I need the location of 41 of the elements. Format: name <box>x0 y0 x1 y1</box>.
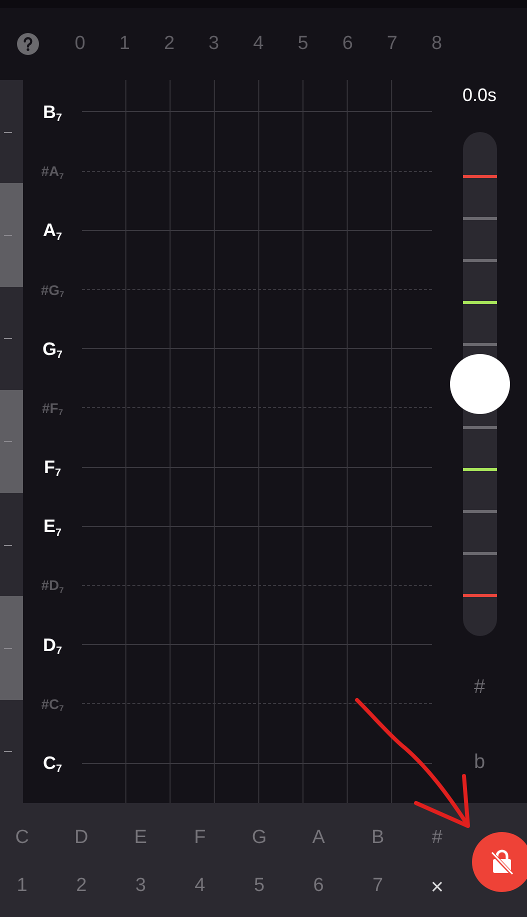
column-number: 2 <box>162 32 176 56</box>
note-label: C$_{7}$ <box>42 754 62 772</box>
accidental-button[interactable]: b <box>474 747 486 777</box>
note-label: #F$_{7}$ <box>42 400 63 415</box>
key-button[interactable]: E <box>111 824 170 852</box>
column-number: 5 <box>296 32 310 56</box>
help-icon[interactable] <box>17 33 39 55</box>
clear-button[interactable]: × <box>407 870 467 902</box>
column-number: 3 <box>208 32 220 56</box>
key-button[interactable]: 4 <box>170 872 230 900</box>
column-number: 8 <box>430 32 444 56</box>
key-button[interactable]: B <box>348 824 408 852</box>
note-label: #C$_{7}$ <box>41 696 64 711</box>
note-label: #G$_{7}$ <box>40 282 64 297</box>
key-button[interactable]: 3 <box>111 872 170 900</box>
column-number: 1 <box>118 32 131 56</box>
key-button[interactable]: # <box>407 824 467 852</box>
key-button[interactable]: D <box>52 824 111 852</box>
time-label: 0.0s <box>462 84 497 106</box>
key-button[interactable]: F <box>170 824 230 852</box>
note-label: #D$_{7}$ <box>41 578 64 592</box>
key-button[interactable]: A <box>288 824 348 852</box>
column-number: 4 <box>252 32 265 56</box>
note-label: #A$_{7}$ <box>41 164 64 178</box>
note-label: G$_{7}$ <box>42 340 63 358</box>
key-button[interactable]: C <box>0 824 52 852</box>
key-button[interactable]: 5 <box>230 872 289 900</box>
key-button[interactable]: 2 <box>52 872 111 900</box>
note-label: A$_{7}$ <box>42 221 62 240</box>
key-button[interactable]: G <box>230 824 289 852</box>
note-label: E$_{7}$ <box>43 517 62 536</box>
key-button[interactable]: 6 <box>288 872 348 900</box>
note-label: F$_{7}$ <box>44 458 61 476</box>
key-button[interactable]: 7 <box>348 872 408 900</box>
note-label: B$_{7}$ <box>42 102 62 121</box>
column-number: 0 <box>74 32 86 56</box>
note-label: D$_{7}$ <box>42 636 62 654</box>
column-number: 6 <box>341 32 354 56</box>
key-button[interactable]: 1 <box>0 872 52 900</box>
accidental-button[interactable]: # <box>474 672 486 702</box>
column-number: 7 <box>386 32 398 56</box>
